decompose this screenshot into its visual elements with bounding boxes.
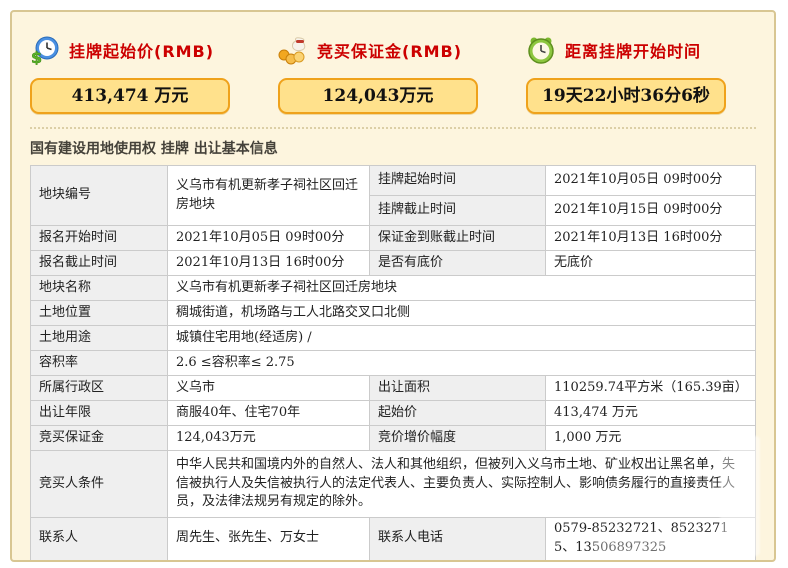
listing-info-table: 地块编号 义乌市有机更新孝子祠社区回迁房地块 挂牌起始时间 2021年10月05… [30, 165, 756, 560]
bid-increment-value: 1,000 万元 [545, 425, 756, 451]
district-label: 所属行政区 [30, 375, 168, 401]
table-row: 竞买人条件 中华人民共和国境内外的自然人、法人和其他组织，但被列入义乌市土地、矿… [30, 450, 756, 518]
contact-label: 联系人 [30, 517, 168, 560]
plot-ratio-label: 容积率 [30, 350, 168, 376]
land-use-label: 土地用途 [30, 325, 168, 351]
contact-phone-value: 0579-85232721、85232715、13506897325 [545, 517, 756, 560]
table-row: 所属行政区 义乌市 出让面积 110259.74平方米（165.39亩） [30, 375, 756, 401]
card-countdown: 距离挂牌开始时间 19天22小时36分6秒 [526, 34, 774, 114]
countdown-alarm-icon [526, 35, 556, 65]
plot-number-label: 地块编号 [30, 165, 168, 226]
svg-text:$: $ [31, 48, 42, 65]
district-value: 义乌市 [167, 375, 370, 401]
listing-panel: $ 挂牌起始价(RMB) 413,474 万元 竞买保证金(RMB) 124,0… [10, 10, 776, 562]
table-row: 土地用途 城镇住宅用地(经适房) / [30, 325, 756, 351]
table-row: 联系人地址 义乌市望道路300号 [30, 559, 756, 560]
table-row: 报名开始时间 2021年10月05日 09时00分 保证金到账截止时间 2021… [30, 225, 756, 251]
contact-value: 周先生、张先生、万女士 [167, 517, 370, 560]
card-deposit: 竞买保证金(RMB) 124,043万元 [278, 34, 526, 114]
start-price-card-label: 挂牌起始价(RMB) [69, 42, 215, 61]
signup-end-value: 2021年10月13日 16时00分 [167, 250, 370, 276]
tenure-value: 商服40年、住宅70年 [167, 400, 370, 426]
table-row: 竞买保证金 124,043万元 竞价增价幅度 1,000 万元 [30, 425, 756, 451]
plot-name-label: 地块名称 [30, 275, 168, 301]
bid-deposit-value: 124,043万元 [167, 425, 370, 451]
section-title: 国有建设用地使用权 挂牌 出让基本信息 [30, 141, 278, 157]
reserve-price-value: 无底价 [545, 250, 756, 276]
bid-deposit-label: 竞买保证金 [30, 425, 168, 451]
plot-number-value: 义乌市有机更新孝子祠社区回迁房地块 [167, 165, 370, 226]
deposit-deadline-label: 保证金到账截止时间 [369, 225, 546, 251]
listing-end-value: 2021年10月15日 09时00分 [545, 195, 756, 226]
area-value: 110259.74平方米（165.39亩） [545, 375, 756, 401]
reserve-price-label: 是否有底价 [369, 250, 546, 276]
table-row: 报名截止时间 2021年10月13日 16时00分 是否有底价 无底价 [30, 250, 756, 276]
plot-name-value: 义乌市有机更新孝子祠社区回迁房地块 [167, 275, 756, 301]
contact-address-value: 义乌市望道路300号 [167, 559, 756, 560]
start-price-label: 起始价 [369, 400, 546, 426]
table-row: 地块名称 义乌市有机更新孝子祠社区回迁房地块 [30, 275, 756, 301]
table-row: 地块编号 义乌市有机更新孝子祠社区回迁房地块 挂牌起始时间 2021年10月05… [30, 165, 756, 226]
price-clock-icon: $ [30, 35, 60, 67]
signup-start-value: 2021年10月05日 09时00分 [167, 225, 370, 251]
header-cards: $ 挂牌起始价(RMB) 413,474 万元 竞买保证金(RMB) 124,0… [12, 12, 774, 114]
land-location-value: 稠城街道，机场路与工人北路交叉口北侧 [167, 300, 756, 326]
area-label: 出让面积 [369, 375, 546, 401]
start-price-card-value: 413,474 万元 [30, 78, 230, 114]
listing-start-value: 2021年10月05日 09时00分 [545, 165, 756, 196]
countdown-card-label: 距离挂牌开始时间 [565, 42, 702, 61]
land-use-value: 城镇住宅用地(经适房) / [167, 325, 756, 351]
start-price-value: 413,474 万元 [545, 400, 756, 426]
table-row: 土地位置 稠城街道，机场路与工人北路交叉口北侧 [30, 300, 756, 326]
deposit-deadline-value: 2021年10月13日 16时00分 [545, 225, 756, 251]
deposit-coins-icon [278, 35, 308, 65]
bidder-conditions-label: 竞买人条件 [30, 450, 168, 518]
dotted-separator [30, 127, 756, 129]
signup-start-label: 报名开始时间 [30, 225, 168, 251]
countdown-card-value: 19天22小时36分6秒 [526, 78, 726, 114]
tenure-label: 出让年限 [30, 400, 168, 426]
table-row: 出让年限 商服40年、住宅70年 起始价 413,474 万元 [30, 400, 756, 426]
contact-phone-label: 联系人电话 [369, 517, 546, 560]
card-start-price: $ 挂牌起始价(RMB) 413,474 万元 [30, 34, 278, 114]
deposit-card-value: 124,043万元 [278, 78, 478, 114]
deposit-card-label: 竞买保证金(RMB) [317, 42, 463, 61]
table-row: 容积率 2.6 ≤容积率≤ 2.75 [30, 350, 756, 376]
bidder-conditions-value: 中华人民共和国境内外的自然人、法人和其他组织，但被列入义乌市土地、矿业权出让黑名… [167, 450, 756, 518]
contact-address-label: 联系人地址 [30, 559, 168, 560]
table-row: 联系人 周先生、张先生、万女士 联系人电话 0579-85232721、8523… [30, 517, 756, 560]
listing-start-label: 挂牌起始时间 [369, 165, 546, 196]
bid-increment-label: 竞价增价幅度 [369, 425, 546, 451]
land-location-label: 土地位置 [30, 300, 168, 326]
signup-end-label: 报名截止时间 [30, 250, 168, 276]
plot-ratio-value: 2.6 ≤容积率≤ 2.75 [167, 350, 756, 376]
listing-end-label: 挂牌截止时间 [369, 195, 546, 226]
